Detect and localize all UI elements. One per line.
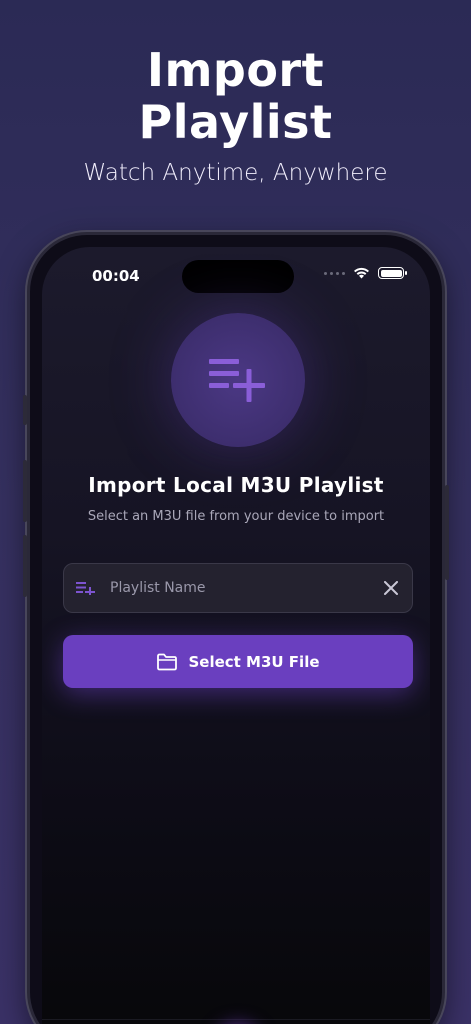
phone-power-button bbox=[445, 485, 449, 580]
promo-title-line1: Import bbox=[146, 43, 325, 97]
phone-action-button bbox=[23, 395, 27, 425]
promo-title: Import Playlist bbox=[0, 44, 471, 148]
status-icons bbox=[324, 267, 407, 279]
playlist-name-placeholder[interactable]: Playlist Name bbox=[110, 580, 384, 596]
clear-icon[interactable] bbox=[384, 581, 398, 595]
hero-circle bbox=[171, 313, 305, 447]
phone-volume-down bbox=[23, 535, 27, 597]
battery-icon bbox=[378, 267, 407, 279]
signal-icon bbox=[324, 271, 345, 275]
playlist-name-field[interactable]: Playlist Name bbox=[63, 563, 413, 613]
import-title: Import Local M3U Playlist bbox=[88, 473, 384, 497]
folder-icon bbox=[157, 653, 178, 670]
app-screen: 00:04 Import Local M3U Playlist Select a… bbox=[42, 247, 430, 1024]
status-time: 00:04 bbox=[92, 267, 140, 285]
dynamic-island bbox=[182, 260, 294, 293]
promo-title-line2: Playlist bbox=[138, 95, 333, 149]
phone-volume-up bbox=[23, 460, 27, 522]
playlist-add-icon bbox=[209, 359, 265, 402]
tab-bar bbox=[42, 1019, 430, 1024]
import-description: Select an M3U file from your device to i… bbox=[87, 509, 385, 524]
promo-subtitle: Watch Anytime, Anywhere bbox=[83, 160, 388, 186]
phone-frame: 00:04 Import Local M3U Playlist Select a… bbox=[23, 232, 449, 1024]
wifi-icon bbox=[354, 267, 369, 279]
select-m3u-file-button[interactable]: Select M3U File bbox=[63, 635, 413, 688]
select-m3u-file-label[interactable]: Select M3U File bbox=[188, 653, 319, 671]
playlist-add-small-icon bbox=[76, 582, 95, 595]
